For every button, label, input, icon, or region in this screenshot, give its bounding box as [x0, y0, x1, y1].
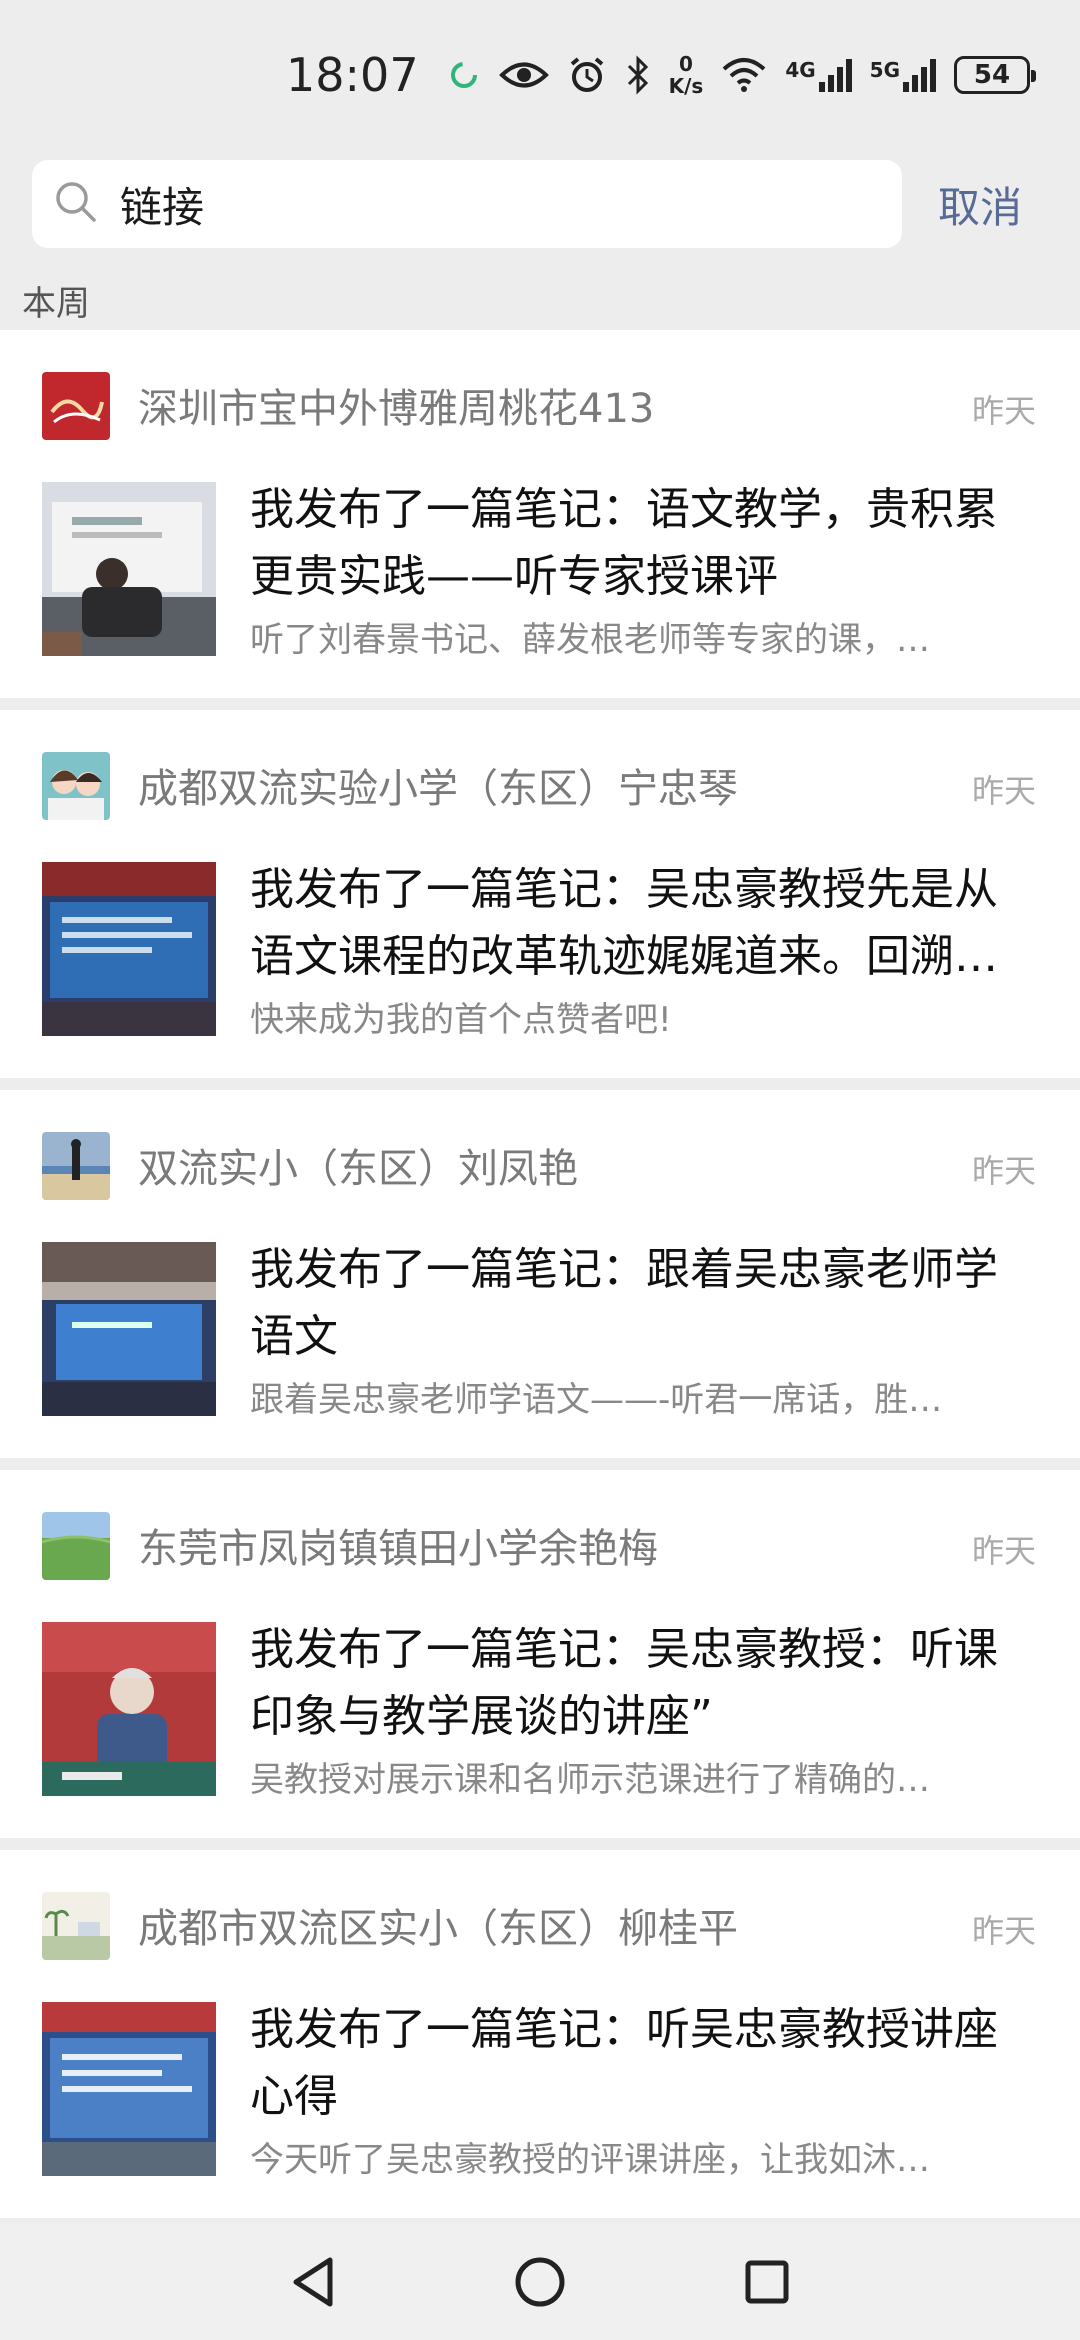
cancel-button[interactable]: 取消	[938, 174, 1022, 235]
network-speed-unit: K/s	[668, 74, 704, 98]
avatar[interactable]	[42, 1132, 110, 1200]
status-bar: 18:07 0 K/s 4G 5G 54	[0, 0, 1080, 150]
post-thumbnail[interactable]	[42, 1242, 216, 1416]
avatar[interactable]	[42, 372, 110, 440]
divider	[0, 1840, 1080, 1850]
network-speed-value: 0	[678, 52, 693, 76]
list-item[interactable]: 双流实小（东区）刘凤艳 昨天 我发布了一篇笔记：跟着吴忠豪老师学语文 跟着吴忠豪…	[0, 1090, 1080, 1458]
list-item[interactable]: 成都双流实验小学（东区）宁忠琴 昨天 我发布了一篇笔记：吴忠豪教授先是从语文课程…	[0, 710, 1080, 1078]
divider	[0, 1080, 1080, 1090]
list-item[interactable]: 东莞市凤岗镇镇田小学余艳梅 昨天 我发布了一篇笔记：吴忠豪教授：听课印象与教学展…	[0, 1470, 1080, 1838]
net-type-5g: 5G	[869, 58, 900, 82]
recents-button[interactable]	[732, 2247, 802, 2317]
divider	[0, 1460, 1080, 1470]
post-title[interactable]: 我发布了一篇笔记：听吴忠豪教授讲座心得	[250, 1996, 1040, 2130]
bluetooth-icon	[625, 45, 651, 105]
post-description: 快来成为我的首个点赞者吧!	[250, 1000, 672, 1040]
signal-icon-4g: 4G	[785, 58, 852, 92]
author-name[interactable]: 双流实小（东区）刘凤艳	[138, 1136, 578, 1194]
author-name[interactable]: 成都市双流区实小（东区）柳桂平	[138, 1896, 738, 1954]
back-button[interactable]	[278, 2247, 348, 2317]
post-title[interactable]: 我发布了一篇笔记：语文教学，贵积累更贵实践——听专家授课评	[250, 476, 1040, 610]
post-thumbnail[interactable]	[42, 862, 216, 1036]
sync-icon	[447, 45, 481, 105]
section-label-this-week: 本周	[22, 284, 90, 324]
post-title[interactable]: 我发布了一篇笔记：跟着吴忠豪老师学语文	[250, 1236, 1040, 1370]
divider	[0, 700, 1080, 710]
battery-icon: 54	[954, 56, 1036, 94]
home-button[interactable]	[505, 2247, 575, 2317]
post-date: 昨天	[971, 1912, 1036, 1950]
post-description: 听了刘春景书记、薛发根老师等专家的课，…	[250, 620, 930, 660]
search-input[interactable]	[120, 179, 860, 229]
network-speed: 0 K/s	[669, 53, 704, 97]
post-date: 昨天	[971, 1152, 1036, 1190]
list-item[interactable]: 深圳市宝中外博雅周桃花413 昨天 我发布了一篇笔记：语文教学，贵积累更贵实践—…	[0, 330, 1080, 698]
net-type-4g: 4G	[785, 58, 816, 82]
author-name[interactable]: 深圳市宝中外博雅周桃花413	[138, 376, 654, 434]
post-description: 跟着吴忠豪老师学语文——-听君一席话，胜…	[250, 1380, 943, 1420]
search-icon	[52, 178, 100, 230]
wifi-icon	[721, 45, 767, 105]
author-name[interactable]: 东莞市凤岗镇镇田小学余艳梅	[138, 1516, 658, 1574]
battery-level: 54	[973, 60, 1011, 90]
results-list: 深圳市宝中外博雅周桃花413 昨天 我发布了一篇笔记：语文教学，贵积累更贵实践—…	[0, 330, 1080, 2272]
post-title[interactable]: 我发布了一篇笔记：吴忠豪教授先是从语文课程的改革轨迹娓娓道来。回溯…	[250, 856, 1040, 990]
signal-icon-5g: 5G	[870, 58, 936, 92]
system-nav-bar	[0, 2224, 1080, 2340]
post-date: 昨天	[971, 772, 1036, 810]
avatar[interactable]	[42, 752, 110, 820]
list-item[interactable]: 成都市双流区实小（东区）柳桂平 昨天 我发布了一篇笔记：听吴忠豪教授讲座心得 今…	[0, 1850, 1080, 2218]
post-date: 昨天	[971, 1532, 1036, 1570]
alarm-icon	[567, 45, 607, 105]
post-thumbnail[interactable]	[42, 2002, 216, 2176]
avatar[interactable]	[42, 1512, 110, 1580]
post-description: 吴教授对展示课和名师示范课进行了精确的…	[250, 1760, 930, 1800]
eye-icon	[498, 45, 549, 105]
avatar-fill	[42, 1538, 110, 1580]
author-name[interactable]: 成都双流实验小学（东区）宁忠琴	[138, 756, 738, 814]
avatar-fill	[42, 1936, 110, 1960]
post-thumbnail[interactable]	[42, 482, 216, 656]
post-title[interactable]: 我发布了一篇笔记：吴忠豪教授：听课印象与教学展谈的讲座”	[250, 1616, 1040, 1750]
post-thumbnail[interactable]	[42, 1622, 216, 1796]
search-box[interactable]	[32, 160, 902, 248]
search-header: 取消	[0, 158, 1080, 250]
post-date: 昨天	[971, 392, 1036, 430]
avatar[interactable]	[42, 1892, 110, 1960]
post-description: 今天听了吴忠豪教授的评课讲座，让我如沐…	[250, 2140, 930, 2180]
status-time: 18:07	[286, 48, 419, 102]
